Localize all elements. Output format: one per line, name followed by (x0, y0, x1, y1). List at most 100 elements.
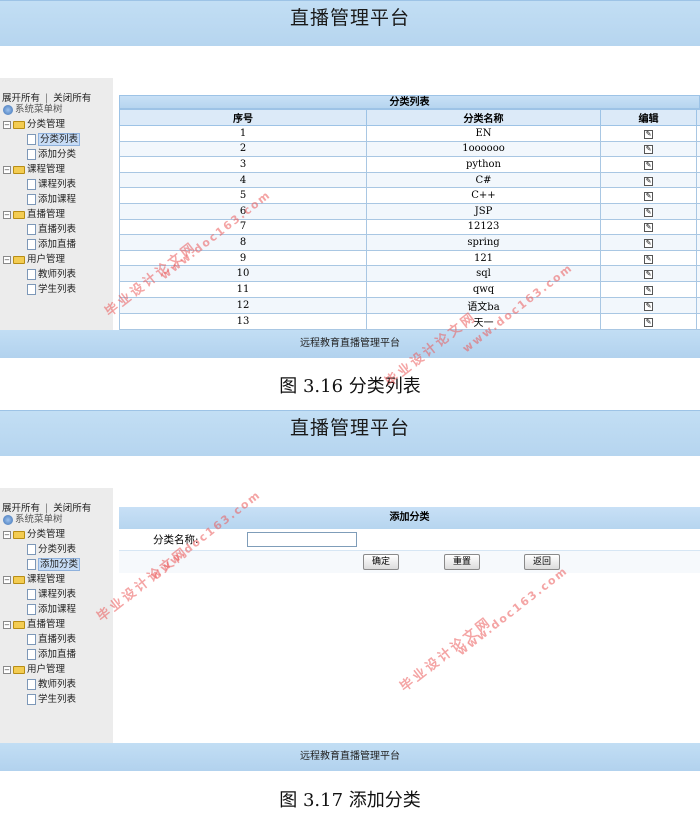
table-row: 9 121 ✎ (119, 249, 700, 267)
cell-no: 8 (119, 234, 367, 251)
edit-icon[interactable]: ✎ (644, 207, 653, 217)
cell-extra (696, 280, 700, 298)
edit-icon[interactable]: ✎ (644, 301, 653, 311)
category-name-input[interactable] (247, 532, 357, 547)
edit-icon[interactable]: ✎ (644, 270, 653, 280)
sidebar-group-category[interactable]: − 分类管理 (3, 528, 65, 541)
sidebar-item-label: 教师列表 (38, 679, 77, 690)
sidebar-group-user[interactable]: − 用户管理 (3, 253, 65, 266)
collapse-toggle-icon[interactable]: − (3, 575, 11, 584)
edit-icon[interactable]: ✎ (644, 238, 653, 248)
sidebar-item-category-list[interactable]: 分类列表 (27, 543, 76, 556)
sidebar-item-add-course[interactable]: 添加课程 (27, 603, 76, 616)
sidebar-item-add-category[interactable]: 添加分类 (27, 558, 81, 571)
group-label: 分类管理 (27, 119, 66, 130)
footer-bar: 远程教育直播管理平台 (0, 330, 700, 358)
edit-icon[interactable]: ✎ (644, 223, 653, 233)
sidebar-item-label: 分类列表 (38, 133, 81, 146)
footer-bar: 远程教育直播管理平台 (0, 743, 700, 771)
cell-extra (696, 234, 700, 251)
table-row: 4 C# ✎ (119, 171, 700, 189)
table-row: 7 12123 ✎ (119, 218, 700, 236)
column-header-name: 分类名称 (366, 109, 601, 126)
sidebar-toolbar: 展开所有 | 关闭所有 (2, 90, 91, 104)
cell-category-name: JSP (366, 202, 601, 220)
table-row: 6 JSP ✎ (119, 202, 700, 220)
cell-edit: ✎ (600, 156, 697, 173)
sidebar-item-category-list[interactable]: 分类列表 (27, 133, 81, 146)
back-button[interactable]: 返回 (524, 554, 560, 570)
collapse-toggle-icon[interactable]: − (3, 255, 11, 264)
tree-root[interactable]: 系统菜单树 (3, 513, 63, 526)
table-row: 3 python ✎ (119, 156, 700, 173)
sidebar-item-student-list[interactable]: 学生列表 (27, 693, 76, 706)
cell-edit: ✎ (600, 312, 697, 330)
cell-extra (696, 140, 700, 158)
table-header-row: 序号 分类名称 编辑 (119, 109, 700, 126)
edit-icon[interactable]: ✎ (644, 145, 653, 155)
sidebar-group-live[interactable]: − 直播管理 (3, 208, 65, 221)
edit-icon[interactable]: ✎ (644, 129, 653, 139)
sidebar-item-add-category[interactable]: 添加分类 (27, 148, 76, 161)
sidebar-group-course[interactable]: − 课程管理 (3, 163, 65, 176)
cell-edit: ✎ (600, 202, 697, 220)
sidebar-item-add-course[interactable]: 添加课程 (27, 193, 76, 206)
group-label: 直播管理 (27, 619, 66, 630)
edit-icon[interactable]: ✎ (644, 254, 653, 264)
category-name-label: 分类名称: (153, 534, 199, 546)
sidebar-item-course-list[interactable]: 课程列表 (27, 178, 76, 191)
collapse-toggle-icon[interactable]: − (3, 120, 11, 129)
cell-edit: ✎ (600, 187, 697, 204)
cell-extra (696, 312, 700, 330)
edit-icon[interactable]: ✎ (644, 192, 653, 202)
sidebar-item-add-live[interactable]: 添加直播 (27, 648, 76, 661)
tree-root[interactable]: 系统菜单树 (3, 103, 63, 116)
column-header-extra (696, 109, 700, 126)
edit-icon[interactable]: ✎ (644, 160, 653, 170)
cell-category-name: 1oooooo (366, 140, 601, 158)
table-row: 1 EN ✎ (119, 125, 700, 142)
sidebar-item-student-list[interactable]: 学生列表 (27, 283, 76, 296)
sidebar-item-teacher-list[interactable]: 教师列表 (27, 678, 76, 691)
edit-icon[interactable]: ✎ (644, 176, 653, 186)
sidebar-group-live[interactable]: − 直播管理 (3, 618, 65, 631)
cell-edit: ✎ (600, 280, 697, 298)
sidebar-group-course[interactable]: − 课程管理 (3, 573, 65, 586)
collapse-toggle-icon[interactable]: − (3, 620, 11, 629)
page-icon (27, 134, 36, 145)
sidebar-item-add-live[interactable]: 添加直播 (27, 238, 76, 251)
sidebar-item-live-list[interactable]: 直播列表 (27, 223, 76, 236)
reset-button[interactable]: 重置 (444, 554, 480, 570)
collapse-toggle-icon[interactable]: − (3, 165, 11, 174)
collapse-toggle-icon[interactable]: − (3, 530, 11, 539)
cell-category-name: EN (366, 125, 601, 142)
sidebar-item-live-list[interactable]: 直播列表 (27, 633, 76, 646)
cell-category-name: 12123 (366, 218, 601, 236)
page-icon (27, 239, 36, 250)
collapse-toggle-icon[interactable]: − (3, 665, 11, 674)
sidebar-item-label: 课程列表 (38, 589, 77, 600)
cell-category-name: 语文ba (366, 296, 601, 314)
page-icon (27, 649, 36, 660)
sidebar-item-course-list[interactable]: 课程列表 (27, 588, 76, 601)
category-table-container: 分类列表 序号 分类名称 编辑 1 EN ✎ 2 1oooooo ✎ 3 python ✎ 4 C#… (119, 95, 700, 330)
figure-caption-3-16: 图 3.16 分类列表 (279, 376, 421, 397)
collapse-toggle-icon[interactable]: − (3, 210, 11, 219)
header-bar: 直播管理平台 (0, 410, 700, 456)
sidebar-group-user[interactable]: − 用户管理 (3, 663, 65, 676)
folder-icon (13, 255, 25, 264)
sidebar-item-label: 添加课程 (38, 194, 77, 205)
confirm-button[interactable]: 确定 (363, 554, 399, 570)
column-header-no: 序号 (119, 109, 367, 126)
cell-category-name: C# (366, 171, 601, 189)
edit-icon[interactable]: ✎ (644, 285, 653, 295)
page-icon (27, 284, 36, 295)
edit-icon[interactable]: ✎ (644, 317, 653, 327)
sidebar-item-teacher-list[interactable]: 教师列表 (27, 268, 76, 281)
cell-no: 9 (119, 249, 367, 267)
sidebar-group-category[interactable]: − 分类管理 (3, 118, 65, 131)
cell-extra (696, 156, 700, 173)
figure-caption-3-17: 图 3.17 添加分类 (279, 790, 421, 811)
cell-extra (696, 125, 700, 142)
cell-edit: ✎ (600, 218, 697, 236)
